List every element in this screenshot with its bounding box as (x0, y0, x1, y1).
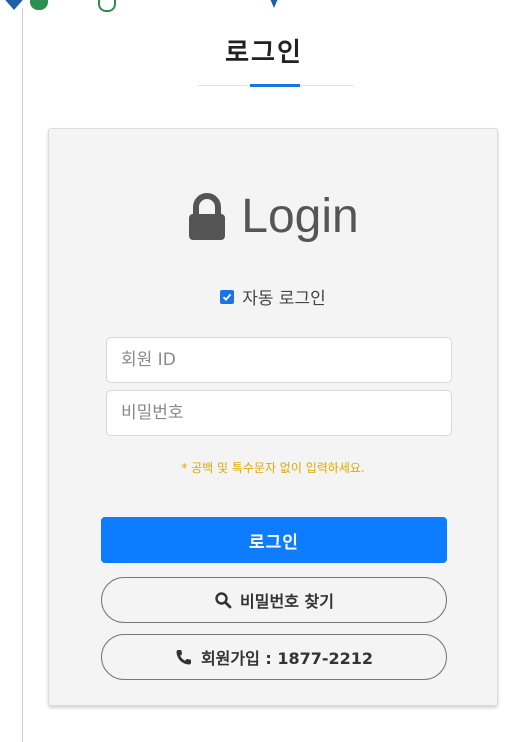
user-id-input[interactable] (106, 337, 452, 383)
title-underline-accent (250, 84, 300, 87)
auto-login-label[interactable]: 자동 로그인 (242, 284, 326, 309)
signup-button[interactable]: 회원가입 : 1877-2212 (101, 634, 447, 680)
divider (22, 8, 23, 742)
login-card: Login 자동 로그인 * 공백 및 특수문자 없이 입력하세요. 로그인 비… (48, 128, 498, 706)
login-button[interactable]: 로그인 (101, 517, 447, 563)
password-input[interactable] (106, 390, 452, 436)
input-notice: * 공백 및 특수문자 없이 입력하세요. (181, 461, 365, 475)
auto-login-checkbox[interactable] (220, 289, 235, 304)
signup-label: 회원가입 : 1877-2212 (200, 649, 374, 668)
login-page: 로그인 Login 자동 로그인 * 공백 및 특수문자 없이 입력하세요 (0, 0, 528, 742)
page-title: 로그인 (225, 38, 303, 68)
title-underline (198, 84, 353, 87)
login-heading: Login (49, 189, 497, 244)
site-logo[interactable] (0, 0, 300, 12)
auto-login[interactable]: 자동 로그인 (49, 284, 497, 309)
find-password-button[interactable]: 비밀번호 찾기 (101, 577, 447, 623)
lock-icon (187, 192, 227, 241)
search-icon (214, 591, 232, 609)
find-password-label: 비밀번호 찾기 (240, 592, 334, 611)
phone-icon (175, 648, 193, 666)
login-heading-text: Login (241, 190, 359, 243)
